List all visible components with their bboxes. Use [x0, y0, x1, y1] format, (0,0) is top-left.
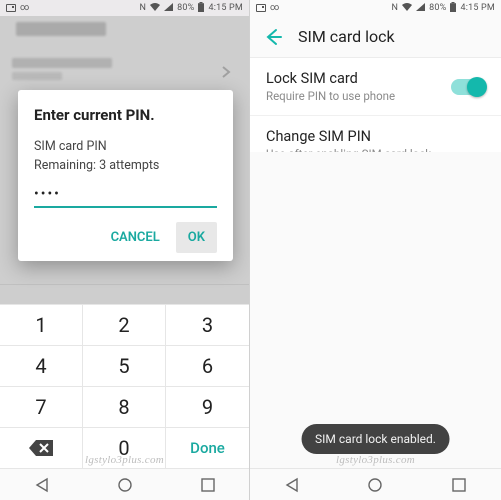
nfc-icon: N: [392, 3, 399, 13]
setting-lock-sim-card[interactable]: Lock SIM card Require PIN to use phone: [250, 58, 501, 116]
dialog-title: Enter current PIN.: [34, 106, 217, 124]
nav-home-button[interactable]: [116, 476, 134, 494]
dialog-remaining: Remaining: 3 attempts: [34, 157, 217, 176]
status-bar: ∞ N 80% 4:15 PM: [250, 0, 501, 16]
sim-card-icon: [256, 4, 266, 12]
clock-text: 4:15 PM: [460, 3, 495, 13]
pin-dialog: Enter current PIN. SIM card PIN Remainin…: [18, 90, 233, 261]
back-button[interactable]: [264, 28, 282, 46]
nav-back-button[interactable]: [33, 476, 51, 494]
infinity-icon: ∞: [20, 3, 29, 13]
infinity-icon: ∞: [270, 3, 279, 13]
key-0[interactable]: 0: [83, 427, 166, 468]
setting-title: Lock SIM card: [266, 70, 395, 87]
nav-recent-button[interactable]: [199, 476, 217, 494]
battery-percent: 80%: [429, 3, 446, 13]
nav-recent-button[interactable]: [450, 476, 468, 494]
nav-back-button[interactable]: [283, 476, 301, 494]
signal-icon: [416, 3, 425, 14]
numeric-keypad: 1 2 3 4 5 6 7 8 9 0 Done: [0, 304, 249, 468]
screen-right-sim-lock-settings: ∞ N 80% 4:15 PM SIM card lock Lock SIM c…: [250, 0, 501, 500]
nav-home-button[interactable]: [366, 476, 384, 494]
key-3[interactable]: 3: [166, 304, 249, 345]
empty-area: [250, 152, 501, 468]
setting-title: Change SIM PIN: [266, 128, 431, 145]
lock-sim-toggle[interactable]: [451, 79, 485, 95]
battery-percent: 80%: [177, 3, 194, 13]
wifi-icon: [150, 3, 160, 14]
screen-left-pin-entry: ∞ N 80% 4:15 PM Enter current PIN. SIM c…: [0, 0, 250, 500]
ok-button[interactable]: OK: [176, 222, 217, 253]
dialog-label: SIM card PIN: [34, 138, 217, 157]
nav-bar: [250, 468, 501, 500]
page-title: SIM card lock: [298, 27, 395, 46]
clock-text: 4:15 PM: [208, 3, 243, 13]
key-backspace[interactable]: [0, 427, 83, 468]
nav-bar: [0, 468, 249, 500]
backspace-icon: [28, 439, 54, 457]
key-2[interactable]: 2: [83, 304, 166, 345]
battery-icon: [198, 2, 204, 15]
sim-card-icon: [6, 4, 16, 12]
app-bar: SIM card lock: [250, 16, 501, 58]
key-5[interactable]: 5: [83, 345, 166, 386]
setting-subtitle: Require PIN to use phone: [266, 89, 395, 103]
key-8[interactable]: 8: [83, 386, 166, 427]
nfc-icon: N: [140, 3, 147, 13]
key-1[interactable]: 1: [0, 304, 83, 345]
toast-message: SIM card lock enabled.: [301, 424, 450, 454]
key-9[interactable]: 9: [166, 386, 249, 427]
battery-icon: [450, 2, 456, 15]
status-bar: ∞ N 80% 4:15 PM: [0, 0, 249, 16]
signal-icon: [164, 3, 173, 14]
cancel-button[interactable]: CANCEL: [99, 222, 172, 253]
wifi-icon: [402, 3, 412, 14]
key-done[interactable]: Done: [166, 427, 249, 468]
key-4[interactable]: 4: [0, 345, 83, 386]
key-7[interactable]: 7: [0, 386, 83, 427]
key-6[interactable]: 6: [166, 345, 249, 386]
pin-input[interactable]: ••••: [34, 184, 217, 208]
